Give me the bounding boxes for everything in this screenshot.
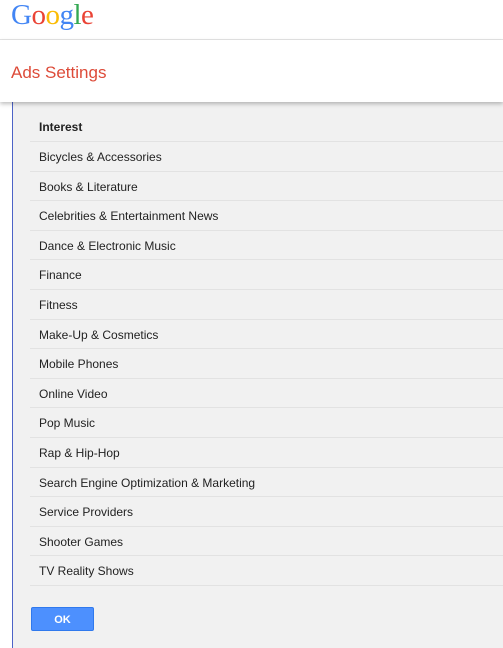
google-logo[interactable]: Google	[11, 0, 94, 31]
list-item: Mobile Phones	[30, 349, 503, 379]
list-item: Shooter Games	[30, 527, 503, 557]
logo-letter-g1: G	[11, 0, 32, 31]
page-title: Ads Settings	[11, 63, 107, 82]
list-item: Books & Literature	[30, 172, 503, 202]
list-item: Fitness	[30, 290, 503, 320]
list-item: Search Engine Optimization & Marketing	[30, 468, 503, 498]
interest-column-header: Interest	[30, 112, 503, 142]
list-item: Finance	[30, 260, 503, 290]
logo-letter-l: l	[73, 0, 82, 31]
list-item: Pop Music	[30, 408, 503, 438]
interest-list: Interest Bicycles & Accessories Books & …	[30, 112, 503, 586]
logo-letter-o2: o	[45, 0, 60, 31]
logo-letter-o1: o	[31, 0, 46, 31]
list-item: Bicycles & Accessories	[30, 142, 503, 172]
interests-dialog: Interest Bicycles & Accessories Books & …	[12, 102, 503, 648]
list-item: Celebrities & Entertainment News	[30, 201, 503, 231]
list-item: Make-Up & Cosmetics	[30, 320, 503, 350]
title-bar: Ads Settings	[0, 40, 503, 102]
list-item: Service Providers	[30, 497, 503, 527]
logo-letter-g2: g	[59, 0, 74, 31]
list-item: Dance & Electronic Music	[30, 231, 503, 261]
logo-letter-e: e	[81, 0, 94, 31]
list-item: Online Video	[30, 379, 503, 409]
list-item: TV Reality Shows	[30, 556, 503, 586]
list-item: Rap & Hip-Hop	[30, 438, 503, 468]
top-bar: Google	[0, 0, 503, 40]
ok-button[interactable]: OK	[31, 607, 94, 631]
